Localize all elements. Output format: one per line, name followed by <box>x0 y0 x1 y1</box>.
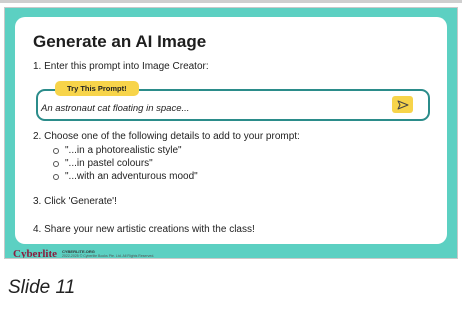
step-4-text: 4. Share your new artistic creations wit… <box>33 224 255 235</box>
top-divider <box>0 0 462 3</box>
slide-content-card: Generate an AI Image 1. Enter this promp… <box>15 17 447 244</box>
list-item: "...in a photorealistic style" <box>53 144 198 157</box>
bullet-icon <box>53 147 59 154</box>
option-text: "...with an adventurous mood" <box>65 171 198 182</box>
step-3-text: 3. Click 'Generate'! <box>33 196 117 207</box>
option-text: "...in a photorealistic style" <box>65 145 182 156</box>
list-item: "...with an adventurous mood" <box>53 170 198 183</box>
step-1-text: 1. Enter this prompt into Image Creator: <box>33 61 209 72</box>
send-button <box>392 96 413 113</box>
list-item: "...in pastel colours" <box>53 157 198 170</box>
prompt-text: An astronaut cat floating in space... <box>41 103 190 114</box>
footer-meta: CYBERLITE.ORG 2022-2025 © Cyberlite Book… <box>61 249 155 258</box>
footer-copyright: 2022-2025 © Cyberlite Books Pte. Ltd. Al… <box>61 254 155 258</box>
send-arrow-icon <box>397 100 408 109</box>
cyberlite-logo: Cyberlite <box>13 248 57 259</box>
step-2-text: 2. Choose one of the following details t… <box>33 131 300 142</box>
option-text: "...in pastel colours" <box>65 158 153 169</box>
bullet-icon <box>53 173 59 180</box>
slide-thumbnail[interactable]: Generate an AI Image 1. Enter this promp… <box>4 7 458 259</box>
slide-title: Generate an AI Image <box>33 32 207 51</box>
prompt-options-list: "...in a photorealistic style" "...in pa… <box>53 144 198 183</box>
slide-footer: Cyberlite CYBERLITE.ORG 2022-2025 © Cybe… <box>13 248 155 259</box>
bullet-icon <box>53 160 59 167</box>
slide-caption: Slide 11 <box>8 277 76 298</box>
try-prompt-badge: Try This Prompt! <box>55 81 139 96</box>
